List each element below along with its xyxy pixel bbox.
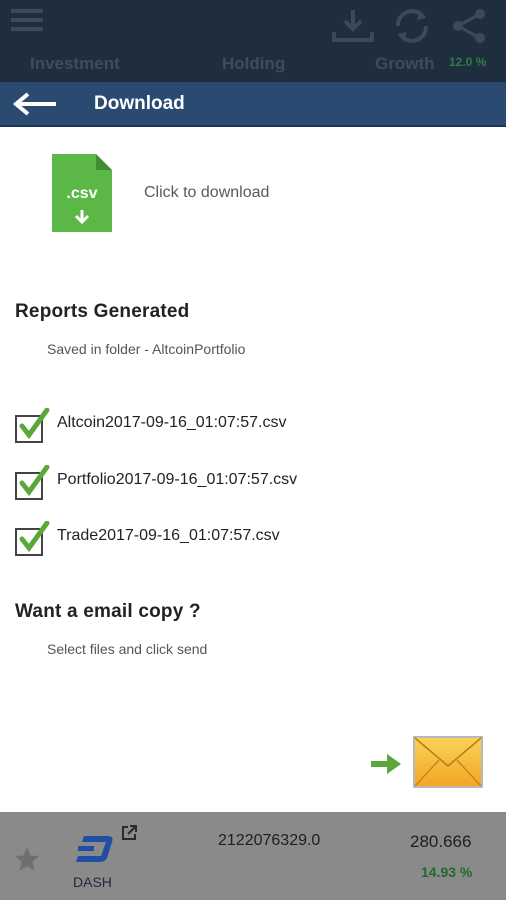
checkbox-checked-icon[interactable] bbox=[14, 408, 50, 444]
top-app-bar: Investment Holding Growth 12.0 % bbox=[0, 0, 506, 82]
file-name: Portfolio2017-09-16_01:07:57.csv bbox=[57, 471, 298, 488]
email-copy-title: Want a email copy ? bbox=[15, 601, 201, 622]
growth-percent: 12.0 % bbox=[449, 55, 487, 69]
coin-row[interactable]: DASH 2122076329.0 280.666 14.93 % bbox=[0, 812, 506, 900]
coin-change-percent: 14.93 % bbox=[421, 864, 473, 880]
star-icon[interactable] bbox=[14, 846, 40, 872]
saved-folder-text: Saved in folder - AltcoinPortfolio bbox=[47, 341, 246, 357]
envelope-icon[interactable] bbox=[413, 736, 483, 788]
coin-amount: 2122076329.0 bbox=[218, 832, 321, 849]
tab-holding[interactable]: Holding bbox=[222, 54, 285, 74]
external-link-icon[interactable] bbox=[120, 824, 138, 842]
arrow-right-icon bbox=[371, 754, 401, 774]
csv-label: .csv bbox=[66, 185, 97, 202]
refresh-icon[interactable] bbox=[390, 6, 434, 46]
coin-name: DASH bbox=[73, 874, 112, 890]
download-icon[interactable] bbox=[330, 6, 376, 44]
tab-growth[interactable]: Growth bbox=[375, 54, 435, 74]
coin-price: 280.666 bbox=[410, 832, 472, 851]
tab-investment[interactable]: Investment bbox=[30, 54, 120, 74]
dash-logo-icon bbox=[76, 836, 113, 862]
checkbox-checked-icon[interactable] bbox=[14, 521, 50, 557]
click-to-download-link[interactable]: Click to download bbox=[144, 184, 269, 202]
download-header: Download bbox=[0, 82, 506, 127]
checkbox-checked-icon[interactable] bbox=[14, 465, 50, 501]
page-title: Download bbox=[94, 93, 185, 114]
csv-file-icon[interactable]: .csv bbox=[52, 154, 112, 232]
back-arrow-icon[interactable] bbox=[12, 92, 58, 116]
email-instruction-text: Select files and click send bbox=[47, 641, 208, 657]
hamburger-icon[interactable] bbox=[11, 9, 43, 35]
file-row-altcoin[interactable]: Altcoin2017-09-16_01:07:57.csv bbox=[14, 404, 484, 444]
file-name: Trade2017-09-16_01:07:57.csv bbox=[57, 527, 280, 544]
reports-title: Reports Generated bbox=[15, 301, 190, 322]
file-row-trade[interactable]: Trade2017-09-16_01:07:57.csv bbox=[14, 517, 484, 557]
file-row-portfolio[interactable]: Portfolio2017-09-16_01:07:57.csv bbox=[14, 461, 484, 501]
share-icon[interactable] bbox=[448, 6, 490, 46]
file-name: Altcoin2017-09-16_01:07:57.csv bbox=[57, 414, 287, 431]
